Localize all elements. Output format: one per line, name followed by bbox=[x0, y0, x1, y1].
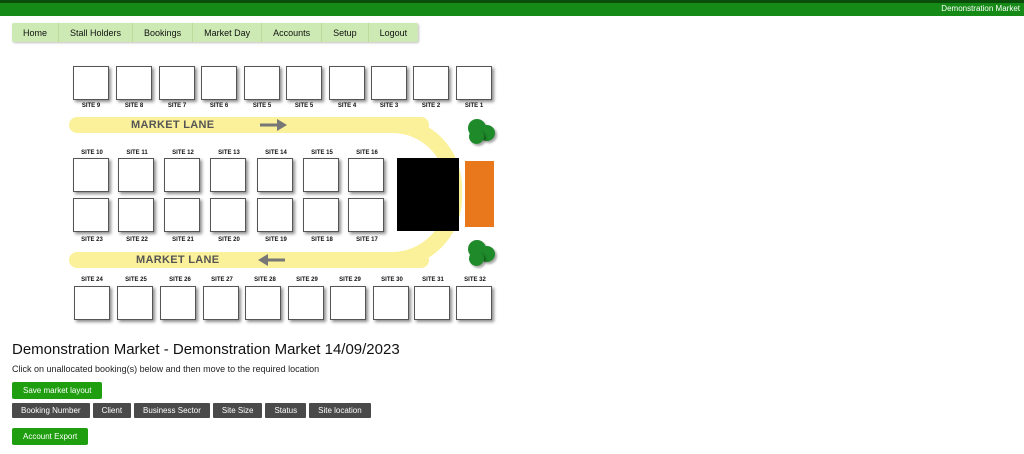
site-box[interactable] bbox=[73, 158, 109, 192]
site-label: SITE 17 bbox=[356, 237, 378, 243]
site-box[interactable] bbox=[164, 158, 200, 192]
site-label: SITE 14 bbox=[265, 150, 287, 156]
site-box[interactable] bbox=[160, 286, 196, 320]
site-label: SITE 9 bbox=[81, 103, 101, 109]
column-business-sector[interactable]: Business Sector bbox=[134, 403, 210, 418]
site-box[interactable] bbox=[73, 66, 109, 100]
site-label: SITE 16 bbox=[356, 150, 378, 156]
site-box[interactable] bbox=[73, 198, 109, 232]
site-label: SITE 28 bbox=[254, 277, 276, 283]
site-box[interactable] bbox=[118, 158, 154, 192]
site-label: SITE 32 bbox=[464, 277, 486, 283]
site-label: SITE 26 bbox=[169, 277, 191, 283]
orange-building bbox=[465, 161, 494, 227]
site-label: SITE 21 bbox=[172, 237, 194, 243]
site-label: SITE 13 bbox=[218, 150, 240, 156]
site-box[interactable] bbox=[244, 66, 280, 100]
site-label: SITE 15 bbox=[311, 150, 333, 156]
site-label: SITE 10 bbox=[81, 150, 103, 156]
site-label: SITE 7 bbox=[167, 103, 187, 109]
site-label: SITE 24 bbox=[81, 277, 103, 283]
site-box[interactable] bbox=[286, 66, 322, 100]
site-box[interactable] bbox=[348, 198, 384, 232]
site-label: SITE 23 bbox=[81, 237, 103, 243]
site-label: SITE 31 bbox=[422, 277, 444, 283]
site-box[interactable] bbox=[210, 198, 246, 232]
site-label: SITE 25 bbox=[125, 277, 147, 283]
site-label: SITE 30 bbox=[381, 277, 403, 283]
site-label: SITE 19 bbox=[265, 237, 287, 243]
site-box[interactable] bbox=[164, 198, 200, 232]
market-map: MARKET LANE MARKET LANE SITE 9 SITE 8 SI… bbox=[0, 0, 520, 330]
market-lane-bottom bbox=[69, 252, 429, 268]
arrow-right-icon bbox=[260, 119, 287, 131]
site-label: SITE 29 bbox=[296, 277, 318, 283]
market-lane-label-bottom: MARKET LANE bbox=[136, 254, 220, 266]
site-label: SITE 20 bbox=[218, 237, 240, 243]
site-label: SITE 5 bbox=[294, 103, 314, 109]
site-box[interactable] bbox=[116, 66, 152, 100]
site-box[interactable] bbox=[329, 66, 365, 100]
site-box[interactable] bbox=[245, 286, 281, 320]
site-label: SITE 18 bbox=[311, 237, 333, 243]
market-lane-label-top: MARKET LANE bbox=[131, 119, 215, 131]
site-label: SITE 29 bbox=[339, 277, 361, 283]
site-label: SITE 11 bbox=[126, 150, 148, 156]
site-box[interactable] bbox=[414, 286, 450, 320]
site-box[interactable] bbox=[159, 66, 195, 100]
main-building bbox=[397, 158, 459, 231]
column-booking-number[interactable]: Booking Number bbox=[12, 403, 90, 418]
save-market-layout-button[interactable]: Save market layout bbox=[12, 382, 103, 399]
site-label: SITE 6 bbox=[209, 103, 229, 109]
page-title: Demonstration Market - Demonstration Mar… bbox=[12, 341, 400, 358]
site-label: SITE 3 bbox=[379, 103, 399, 109]
site-box[interactable] bbox=[303, 198, 339, 232]
site-box[interactable] bbox=[303, 158, 339, 192]
site-box[interactable] bbox=[257, 158, 293, 192]
instructions-text: Click on unallocated booking(s) below an… bbox=[12, 364, 320, 374]
site-label: SITE 8 bbox=[124, 103, 144, 109]
site-label: SITE 12 bbox=[172, 150, 194, 156]
site-box[interactable] bbox=[348, 158, 384, 192]
site-box[interactable] bbox=[203, 286, 239, 320]
site-label: SITE 1 bbox=[464, 103, 484, 109]
brand-name: Demonstration Market bbox=[941, 4, 1020, 13]
site-box[interactable] bbox=[210, 158, 246, 192]
tree-icon bbox=[469, 129, 484, 144]
column-site-size[interactable]: Site Size bbox=[212, 403, 263, 418]
site-label: SITE 27 bbox=[211, 277, 233, 283]
site-box[interactable] bbox=[117, 286, 153, 320]
site-box[interactable] bbox=[456, 66, 492, 100]
site-box[interactable] bbox=[257, 198, 293, 232]
site-label: SITE 5 bbox=[252, 103, 272, 109]
site-label: SITE 4 bbox=[337, 103, 357, 109]
column-status[interactable]: Status bbox=[265, 403, 307, 418]
site-box[interactable] bbox=[74, 286, 110, 320]
column-client[interactable]: Client bbox=[92, 403, 132, 418]
site-box[interactable] bbox=[373, 286, 409, 320]
site-box[interactable] bbox=[118, 198, 154, 232]
site-box[interactable] bbox=[201, 66, 237, 100]
tree-icon bbox=[469, 251, 484, 266]
site-box[interactable] bbox=[330, 286, 366, 320]
arrow-left-icon bbox=[258, 254, 285, 266]
site-box[interactable] bbox=[413, 66, 449, 100]
site-box[interactable] bbox=[456, 286, 492, 320]
site-box[interactable] bbox=[288, 286, 324, 320]
market-lane-top bbox=[69, 117, 429, 133]
column-site-location[interactable]: Site location bbox=[309, 403, 371, 418]
site-box[interactable] bbox=[371, 66, 407, 100]
site-label: SITE 2 bbox=[421, 103, 441, 109]
bookings-column-headers: Booking Number Client Business Sector Si… bbox=[12, 403, 371, 418]
account-export-button[interactable]: Account Export bbox=[12, 428, 89, 445]
site-label: SITE 22 bbox=[126, 237, 148, 243]
